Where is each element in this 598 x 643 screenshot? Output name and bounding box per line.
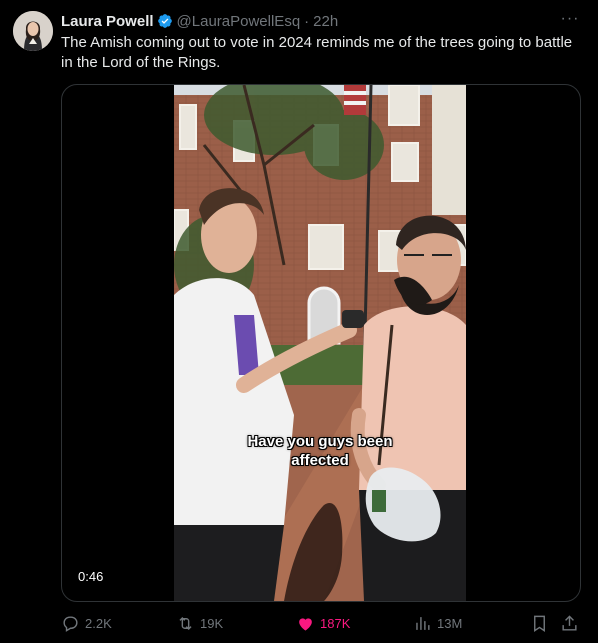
avatar[interactable] — [13, 11, 53, 51]
video-caption-line: Have you guys been — [247, 433, 393, 450]
video-duration: 0:46 — [78, 569, 104, 584]
repost-icon — [179, 616, 192, 631]
reply-button[interactable]: 2.2K — [61, 614, 112, 633]
author-name[interactable]: Laura Powell — [61, 13, 154, 30]
video-caption-line: affected — [291, 452, 349, 469]
tweet-header: Laura Powell @LauraPowellEsq · 22h — [61, 11, 338, 31]
tweet-text: The Amish coming out to vote in 2024 rem… — [61, 34, 573, 71]
reply-count: 2.2K — [85, 616, 112, 631]
video-player[interactable]: Have you guys been affected 0:46 — [61, 84, 581, 602]
views-count: 13M — [437, 616, 463, 631]
author-handle[interactable]: @LauraPowellEsq — [177, 13, 301, 30]
action-bar: 2.2K 19K 187K 13M — [61, 614, 581, 636]
video-caption: Have you guys been affected — [174, 432, 466, 470]
video-still-image — [174, 85, 466, 601]
video-frame: Have you guys been affected — [174, 85, 466, 601]
share-icon — [562, 615, 577, 631]
heart-icon — [299, 618, 312, 631]
more-options-icon[interactable]: ··· — [558, 10, 582, 30]
bookmark-button[interactable] — [530, 614, 554, 633]
bookmark-icon — [534, 615, 545, 632]
tweet: Laura Powell @LauraPowellEsq · 22h ··· T… — [0, 0, 598, 643]
verified-badge-icon — [157, 14, 172, 28]
share-button[interactable] — [560, 614, 584, 633]
repost-count: 19K — [200, 616, 224, 631]
reply-icon — [63, 616, 78, 632]
views-icon — [416, 617, 430, 630]
repost-button[interactable]: 19K — [176, 614, 223, 633]
like-button[interactable]: 187K — [296, 614, 350, 633]
separator-dot: · — [304, 12, 310, 30]
views-button[interactable]: 13M — [413, 614, 462, 633]
timestamp[interactable]: 22h — [313, 13, 338, 30]
like-count: 187K — [320, 616, 351, 631]
